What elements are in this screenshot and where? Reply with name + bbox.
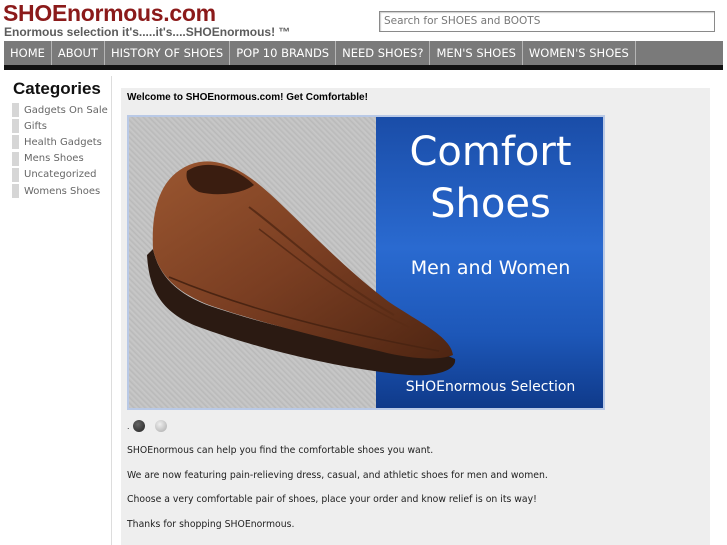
sidebar: Categories Gadgets On Sale Gifts Health … xyxy=(4,76,112,545)
choose-paragraph: Choose a very comfortable pair of shoes,… xyxy=(127,494,537,505)
featuring-paragraph: We are now featuring pain-relieving dres… xyxy=(127,470,548,481)
banner-line-shoes: Shoes xyxy=(430,181,551,227)
category-marker xyxy=(12,167,19,182)
category-item[interactable]: Mens Shoes xyxy=(12,151,108,167)
category-label[interactable]: Gadgets On Sale xyxy=(24,105,108,116)
category-list: Gadgets On Sale Gifts Health Gadgets Men… xyxy=(12,102,108,199)
category-label[interactable]: Womens Shoes xyxy=(24,186,100,197)
nav-item-mens-shoes[interactable]: MEN'S SHOES xyxy=(430,41,523,65)
category-marker xyxy=(12,103,19,118)
category-marker xyxy=(12,119,19,134)
category-item[interactable]: Gifts xyxy=(12,118,108,134)
nav-item-home[interactable]: HOME xyxy=(4,41,52,65)
category-marker xyxy=(12,184,19,199)
nav-item-history-of-shoes[interactable]: HISTORY OF SHOES xyxy=(105,41,231,65)
category-label[interactable]: Health Gadgets xyxy=(24,137,102,148)
slider-dot[interactable] xyxy=(154,420,167,432)
nav-divider xyxy=(4,65,723,70)
intro-paragraph: SHOEnormous can help you find the comfor… xyxy=(127,445,434,456)
banner-line-comfort: Comfort xyxy=(409,129,572,175)
category-label[interactable]: Uncategorized xyxy=(24,169,96,180)
main-nav: HOME ABOUT HISTORY OF SHOES POP 10 BRAND… xyxy=(4,41,723,65)
category-marker xyxy=(12,151,19,166)
category-item[interactable]: Health Gadgets xyxy=(12,134,108,150)
category-item[interactable]: Gadgets On Sale xyxy=(12,102,108,118)
category-label[interactable]: Mens Shoes xyxy=(24,153,84,164)
banner-line-men-women: Men and Women xyxy=(410,257,571,279)
main-content: Welcome to SHOEnormous.com! Get Comforta… xyxy=(121,88,710,545)
nav-item-need-shoes[interactable]: NEED SHOES? xyxy=(336,41,431,65)
slider-controls: . xyxy=(127,420,177,432)
thanks-paragraph: Thanks for shopping SHOEnormous. xyxy=(127,519,295,530)
nav-item-about[interactable]: ABOUT xyxy=(52,41,105,65)
welcome-heading: Welcome to SHOEnormous.com! Get Comforta… xyxy=(127,92,368,103)
search-input[interactable]: Search for SHOES and BOOTS xyxy=(379,11,715,32)
site-tagline: Enormous selection it's.....it's....SHOE… xyxy=(4,25,291,39)
category-item[interactable]: Uncategorized xyxy=(12,167,108,183)
banner-slide[interactable]: Comfort Shoes Men and Women SHOEnormous … xyxy=(127,115,605,410)
categories-heading: Categories xyxy=(13,79,101,98)
category-marker xyxy=(12,135,19,150)
slider-prefix: . xyxy=(127,421,130,431)
nav-item-womens-shoes[interactable]: WOMEN'S SHOES xyxy=(523,41,636,65)
banner-line-selection: SHOEnormous Selection xyxy=(405,379,576,395)
slider-dot-active[interactable] xyxy=(132,420,145,432)
category-item[interactable]: Womens Shoes xyxy=(12,183,108,199)
site-title[interactable]: SHOEnormous.com xyxy=(3,0,216,27)
nav-item-pop-10-brands[interactable]: POP 10 BRANDS xyxy=(230,41,337,65)
category-label[interactable]: Gifts xyxy=(24,121,47,132)
